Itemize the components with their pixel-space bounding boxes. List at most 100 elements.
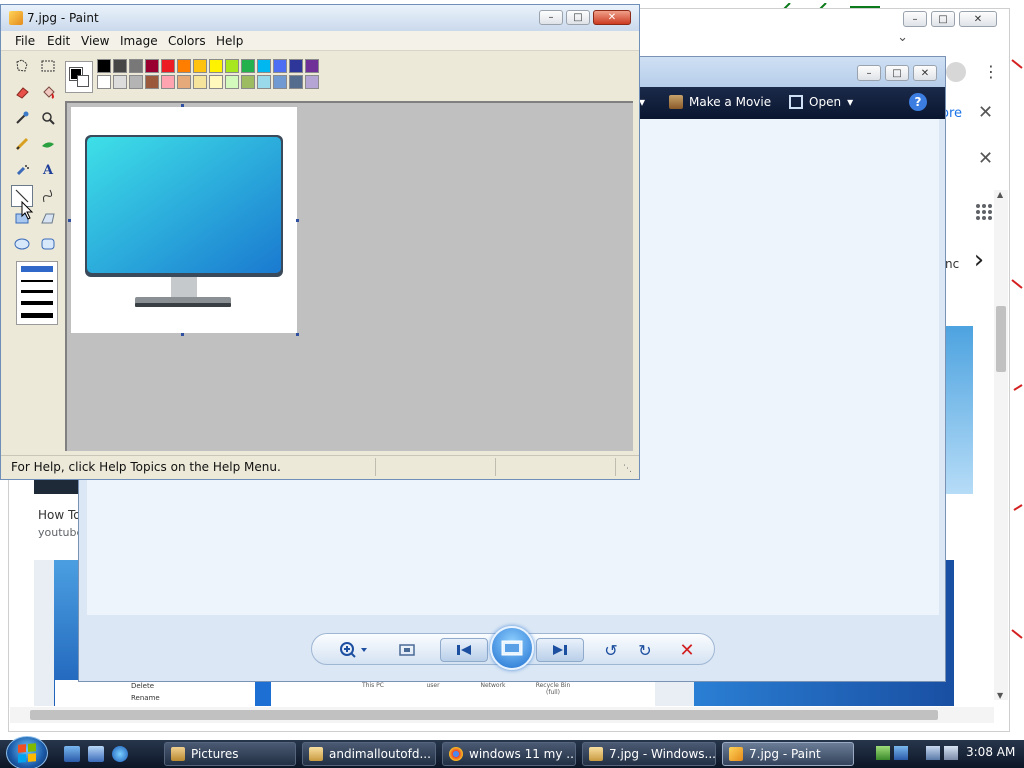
close-button[interactable]: ✕ [593, 10, 631, 25]
taskbar-button-photo-viewer[interactable]: 7.jpg - Windows... [582, 742, 716, 766]
internet-explorer-icon[interactable] [112, 746, 128, 762]
apps-grid-icon[interactable] [976, 204, 992, 220]
result-image[interactable] [946, 326, 973, 494]
ellipse-tool-icon[interactable] [11, 233, 33, 255]
color-swatch[interactable] [97, 75, 111, 89]
maximize-button[interactable]: □ [885, 65, 909, 81]
scrollbar-thumb[interactable] [30, 710, 938, 720]
clock[interactable]: 3:08 AM [966, 745, 1015, 759]
menu-help[interactable]: Help [216, 34, 243, 48]
airbrush-icon[interactable] [11, 159, 33, 181]
scrollbar-thumb[interactable] [996, 306, 1006, 372]
close-button[interactable]: ✕ [913, 65, 937, 81]
resize-handle[interactable] [181, 333, 184, 336]
close-icon[interactable]: ✕ [978, 148, 993, 169]
color-swatch[interactable] [113, 75, 127, 89]
minimize-button[interactable]: – [903, 11, 927, 27]
color-swatch[interactable] [145, 59, 159, 73]
select-icon[interactable] [37, 55, 59, 77]
color-swatch[interactable] [193, 75, 207, 89]
result-title[interactable]: How To [38, 508, 81, 522]
minimize-button[interactable]: – [857, 65, 881, 81]
color-swatch[interactable] [289, 59, 303, 73]
chevron-right-icon[interactable]: › [964, 238, 994, 282]
resize-grip-icon[interactable]: ⋱ [623, 464, 632, 474]
polygon-tool-icon[interactable] [37, 207, 59, 229]
delete-icon[interactable]: ✕ [674, 638, 700, 662]
paint-image[interactable] [71, 107, 297, 333]
color-swatch[interactable] [305, 75, 319, 89]
menu-image[interactable]: Image [120, 34, 158, 48]
line-width-selector[interactable] [16, 261, 58, 325]
color-swatch[interactable] [129, 59, 143, 73]
show-desktop-icon[interactable] [64, 746, 80, 762]
make-movie-menu[interactable]: Make a Movie [669, 95, 771, 109]
volume-icon[interactable] [944, 746, 958, 760]
line-width-option[interactable] [21, 280, 53, 282]
resize-handle[interactable] [296, 219, 299, 222]
horizontal-scrollbar[interactable] [10, 707, 994, 723]
rounded-rectangle-tool-icon[interactable] [37, 233, 59, 255]
next-button[interactable] [536, 638, 584, 662]
line-width-option[interactable] [21, 290, 53, 293]
color-swatch[interactable] [257, 75, 271, 89]
rotate-left-icon[interactable]: ↺ [598, 638, 624, 662]
color-swatch[interactable] [177, 59, 191, 73]
free-select-icon[interactable] [11, 55, 33, 77]
taskbar-button-chrome[interactable]: windows 11 my ... [442, 742, 576, 766]
magnifier-icon[interactable] [37, 107, 59, 129]
color-swatch[interactable] [161, 59, 175, 73]
color-swatch[interactable] [305, 59, 319, 73]
network-icon[interactable] [876, 746, 890, 760]
resize-handle[interactable] [181, 104, 184, 107]
color-swatch[interactable] [209, 75, 223, 89]
vertical-scrollbar[interactable]: ▲ ▼ [994, 190, 1008, 700]
slideshow-button[interactable] [490, 626, 534, 670]
line-width-option[interactable] [21, 266, 53, 272]
zoom-icon[interactable] [336, 638, 372, 662]
color-swatch[interactable] [273, 75, 287, 89]
more-vert-icon[interactable]: ⋮ [983, 62, 999, 81]
menu-edit[interactable]: Edit [47, 34, 70, 48]
chevron-down-icon[interactable]: ⌄ [897, 30, 908, 45]
color-swatch[interactable] [289, 75, 303, 89]
resize-handle[interactable] [68, 219, 71, 222]
maximize-button[interactable]: □ [566, 10, 590, 25]
rotate-right-icon[interactable]: ↻ [632, 638, 658, 662]
start-button[interactable] [6, 736, 48, 768]
text-tool-icon[interactable]: A [37, 159, 59, 181]
color-swatch[interactable] [145, 75, 159, 89]
pencil-icon[interactable] [11, 133, 33, 155]
taskbar-button-paint[interactable]: 7.jpg - Paint [722, 742, 854, 766]
previous-button[interactable] [440, 638, 488, 662]
color-swatch[interactable] [193, 59, 207, 73]
color-swatch[interactable] [257, 59, 271, 73]
color-swatch[interactable] [225, 59, 239, 73]
taskbar-button-folder[interactable]: andimalloutofd... [302, 742, 436, 766]
minimize-button[interactable]: – [539, 10, 563, 25]
maximize-button[interactable]: □ [931, 11, 955, 27]
line-width-option[interactable] [21, 301, 53, 305]
color-swatch[interactable] [97, 59, 111, 73]
avatar[interactable] [946, 62, 966, 82]
help-icon[interactable]: ? [909, 93, 927, 111]
line-width-option[interactable] [21, 313, 53, 318]
paint-canvas-area[interactable] [65, 101, 633, 451]
menu-colors[interactable]: Colors [168, 34, 206, 48]
open-menu[interactable]: Open ▾ [789, 95, 853, 109]
taskbar-button-pictures[interactable]: Pictures [164, 742, 296, 766]
menu-view[interactable]: View [81, 34, 109, 48]
background-color[interactable] [77, 75, 89, 87]
resize-handle[interactable] [296, 333, 299, 336]
color-swatch[interactable] [113, 59, 127, 73]
fill-bucket-icon[interactable] [37, 81, 59, 103]
color-swatch[interactable] [241, 59, 255, 73]
actual-size-icon[interactable] [394, 638, 420, 662]
close-button[interactable]: ✕ [959, 11, 997, 27]
color-swatch[interactable] [177, 75, 191, 89]
color-swatch[interactable] [209, 59, 223, 73]
color-swatch[interactable] [241, 75, 255, 89]
eraser-icon[interactable] [11, 81, 33, 103]
current-colors[interactable] [65, 61, 93, 93]
close-icon[interactable]: ✕ [978, 102, 993, 123]
